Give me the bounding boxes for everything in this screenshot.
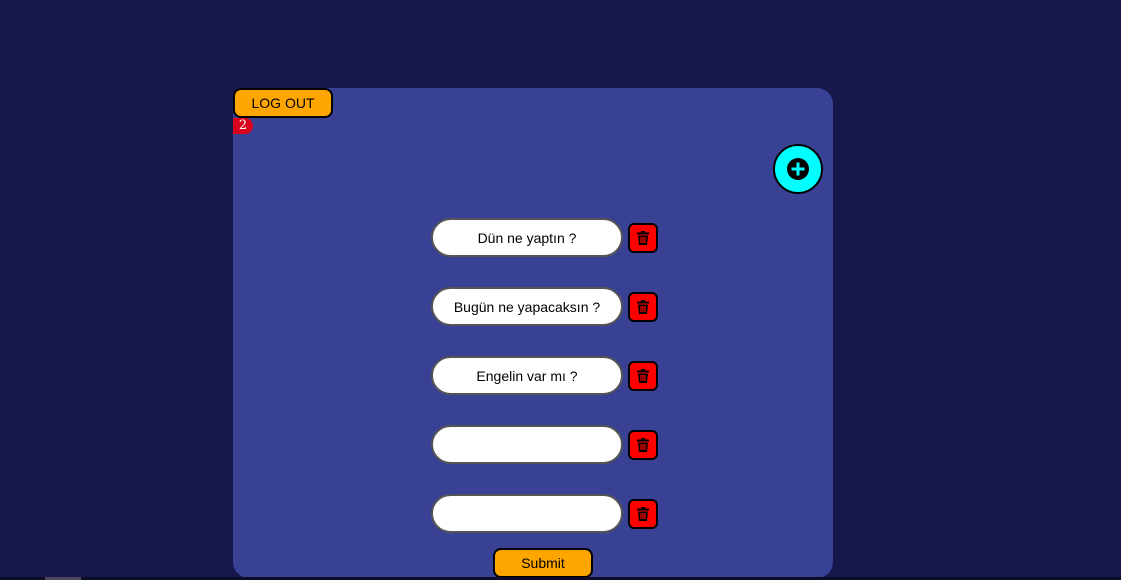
question-input[interactable]: [431, 494, 623, 533]
delete-question-button[interactable]: [628, 361, 658, 391]
delete-question-button[interactable]: [628, 292, 658, 322]
main-panel: LOG OUT 2 Dün ne yaptın ? Bugün ne yapac…: [233, 88, 833, 578]
logout-button[interactable]: LOG OUT: [233, 88, 333, 118]
trash-icon: [637, 300, 649, 314]
trash-icon: [637, 231, 649, 245]
trash-icon: [637, 507, 649, 521]
delete-question-button[interactable]: [628, 499, 658, 529]
delete-question-button[interactable]: [628, 430, 658, 460]
question-input[interactable]: [431, 218, 623, 257]
trash-icon: [637, 438, 649, 452]
question-input[interactable]: [431, 356, 623, 395]
question-input[interactable]: [431, 425, 623, 464]
delete-question-button[interactable]: [628, 223, 658, 253]
plus-circle-icon: [787, 158, 809, 180]
add-question-button[interactable]: [773, 144, 823, 194]
question-input[interactable]: [431, 287, 623, 326]
count-badge: 2: [233, 118, 253, 134]
submit-button[interactable]: Submit: [493, 548, 593, 578]
trash-icon: [637, 369, 649, 383]
